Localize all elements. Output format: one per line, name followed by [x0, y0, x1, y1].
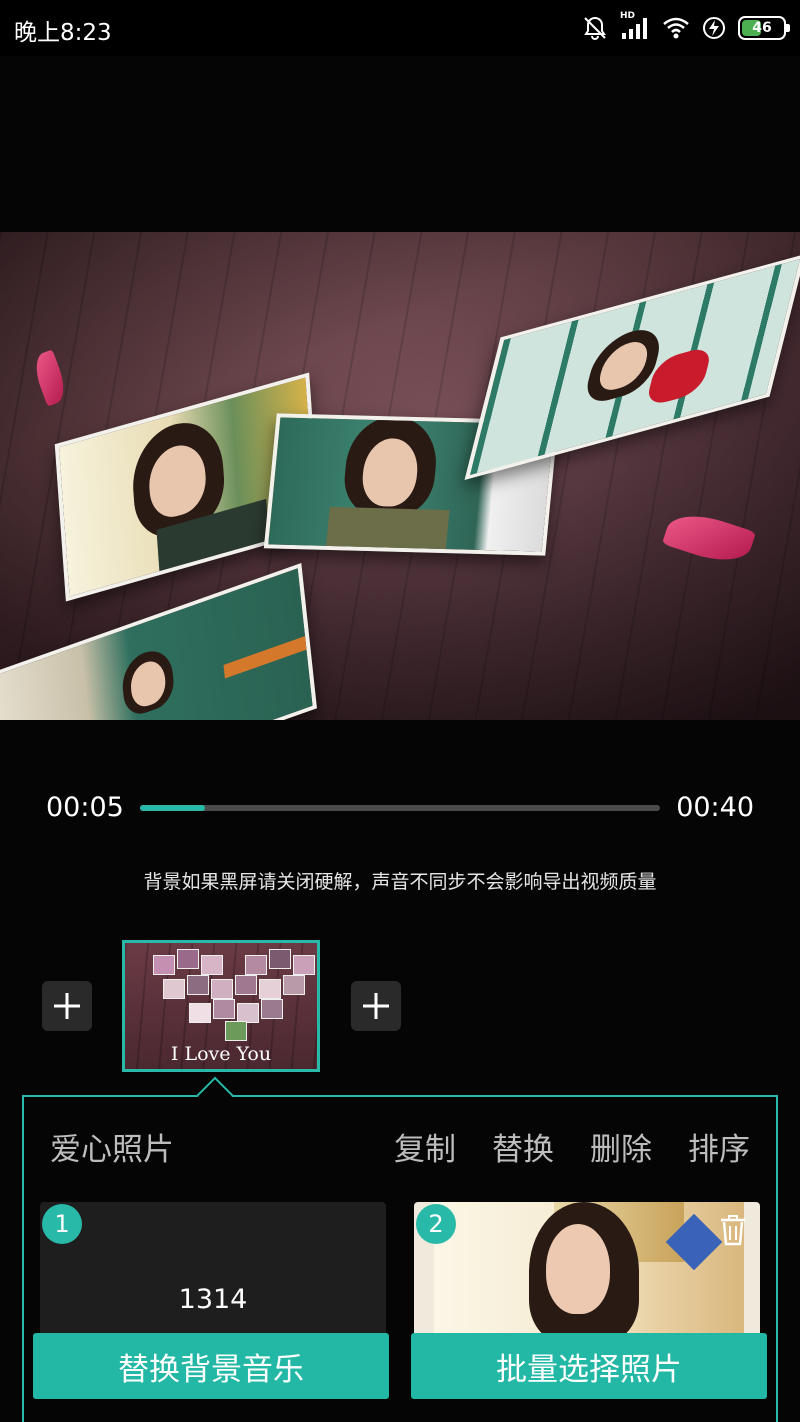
- slot-index-badge: 1: [42, 1204, 82, 1244]
- total-time: 00:40: [676, 792, 754, 823]
- replace-button[interactable]: 替换: [492, 1124, 554, 1169]
- plus-icon: [54, 993, 80, 1019]
- slot-text: 1314: [178, 1284, 248, 1315]
- charging-icon: [702, 15, 726, 41]
- delete-button[interactable]: 删除: [590, 1124, 652, 1169]
- add-clip-after-button[interactable]: [351, 981, 401, 1031]
- add-clip-before-button[interactable]: [42, 981, 92, 1031]
- playback-progress-bar[interactable]: [140, 805, 660, 811]
- status-time: 晚上8:23: [14, 20, 112, 46]
- network-label: HD: [620, 11, 636, 21]
- slot-index-badge: 2: [416, 1204, 456, 1244]
- status-icons: HD 46: [582, 11, 790, 44]
- photo-slot[interactable]: 2: [414, 1202, 760, 1342]
- video-preview[interactable]: [0, 232, 800, 720]
- playback-progress-fill: [140, 805, 205, 811]
- mute-bell-icon: [582, 15, 608, 41]
- batch-select-photos-button[interactable]: 批量选择照片: [411, 1333, 767, 1399]
- replace-background-music-button[interactable]: 替换背景音乐: [33, 1333, 389, 1399]
- heart-collage: [149, 949, 315, 1041]
- sort-button[interactable]: 排序: [688, 1124, 750, 1169]
- status-bar: 晚上8:23 HD 46: [0, 0, 800, 56]
- panel-title: 爱心照片: [50, 1132, 174, 1168]
- text-slot[interactable]: 1 1314: [40, 1202, 386, 1342]
- battery-icon: 46: [738, 16, 790, 40]
- battery-tip: [786, 24, 790, 32]
- slot-photo: [434, 1202, 744, 1342]
- hd-signal-icon: HD: [620, 11, 650, 41]
- copy-button[interactable]: 复制: [394, 1124, 456, 1169]
- current-time: 00:05: [46, 792, 124, 823]
- selected-clip-thumbnail[interactable]: I Love You: [122, 940, 320, 1072]
- battery-level: 46: [752, 20, 772, 36]
- wifi-icon: [662, 16, 690, 40]
- trash-icon[interactable]: [718, 1214, 748, 1250]
- plus-icon: [363, 993, 389, 1019]
- clip-caption: I Love You: [170, 1043, 272, 1065]
- hint-text: 背景如果黑屏请关闭硬解，声音不同步不会影响导出视频质量: [143, 871, 657, 893]
- panel-actions: 复制 替换 删除 排序: [394, 1124, 750, 1169]
